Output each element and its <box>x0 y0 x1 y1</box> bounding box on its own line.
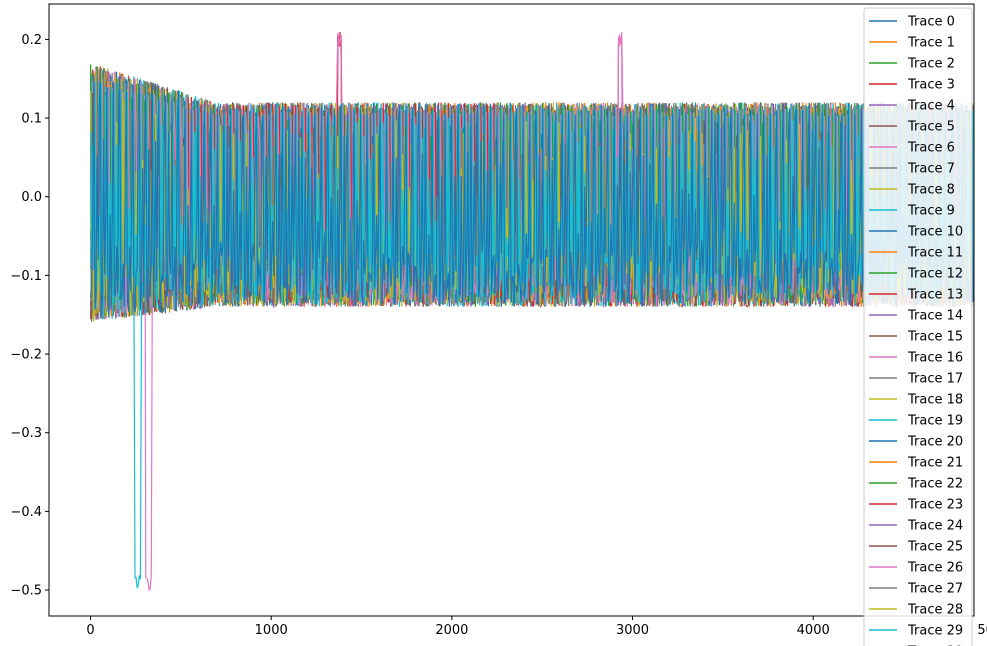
line-chart: 0 1000 2000 3000 4000 5000 −0.5 −0.4 −0.3 −0.2 −0.… <box>10 3 987 646</box>
legend-label: Trace 16 <box>907 351 963 366</box>
legend-label: Trace 6 <box>907 141 955 156</box>
legend-label: Trace 13 <box>907 288 963 303</box>
legend-label: Trace 1 <box>907 36 955 51</box>
legend-label: Trace 4 <box>907 99 955 114</box>
legend-label: Trace 3 <box>907 78 955 93</box>
y-tick-label: 0.2 <box>21 33 42 48</box>
legend-label: Trace 2 <box>907 57 955 72</box>
legend-label: Trace 8 <box>907 183 955 198</box>
legend-label: Trace 7 <box>907 162 955 177</box>
x-tick-label: 5000 <box>977 623 987 638</box>
legend-label: Trace 28 <box>907 603 963 618</box>
legend-label: Trace 19 <box>907 414 963 429</box>
legend-label: Trace 15 <box>907 330 963 345</box>
y-tick-label: 0.1 <box>21 112 42 127</box>
legend-label: Trace 26 <box>907 561 963 576</box>
x-tick-label: 3000 <box>616 623 649 638</box>
legend-label: Trace 18 <box>907 393 963 408</box>
x-tick-label: 2000 <box>435 623 468 638</box>
legend-label: Trace 0 <box>907 15 955 30</box>
y-tick-label: 0.0 <box>21 190 42 205</box>
y-tick-label: −0.1 <box>10 269 42 284</box>
legend-label: Trace 12 <box>907 267 963 282</box>
legend-label: Trace 25 <box>907 540 963 555</box>
legend-label: Trace 17 <box>907 372 963 387</box>
legend-label: Trace 21 <box>907 456 963 471</box>
y-tick-label: −0.2 <box>10 348 42 363</box>
x-tick-label: 1000 <box>255 623 288 638</box>
legend-label: Trace 5 <box>907 120 955 135</box>
legend-label: Trace 20 <box>907 435 963 450</box>
legend-label: Trace 24 <box>907 519 963 534</box>
legend-label: Trace 9 <box>907 204 955 219</box>
legend-label: Trace 22 <box>907 477 963 492</box>
legend-label: Trace 14 <box>907 309 963 324</box>
legend-label: Trace 27 <box>907 582 963 597</box>
legend: Trace 0 Trace 1 Trace 2 Trace 3 Trace 4 Trace… <box>863 7 973 646</box>
legend-label: Trace 10 <box>907 225 963 240</box>
x-tick-label: 0 <box>86 623 94 638</box>
y-tick-label: −0.3 <box>10 426 42 441</box>
legend-label: Trace 11 <box>907 246 963 261</box>
x-tick-label: 4000 <box>797 623 830 638</box>
legend-label: Trace 23 <box>907 498 963 513</box>
y-tick-label: −0.4 <box>10 505 42 520</box>
legend-label: Trace 29 <box>907 624 963 639</box>
y-tick-label: −0.5 <box>10 584 42 599</box>
